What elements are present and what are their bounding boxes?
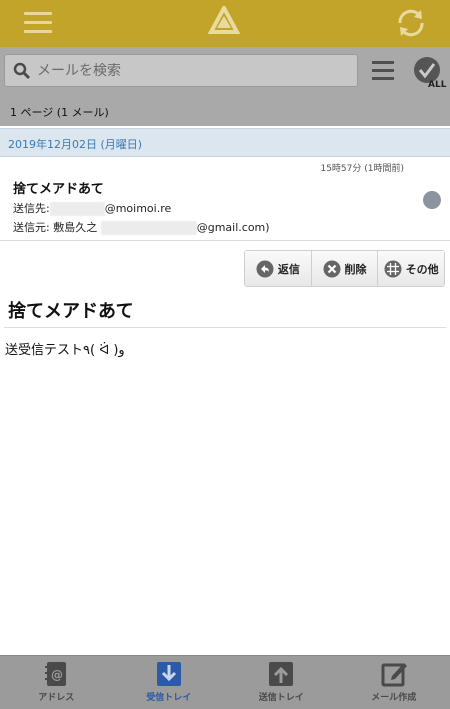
recycle-logo-icon: [207, 6, 241, 34]
select-all-label: ALL: [428, 80, 447, 89]
bottom-tab-bar: @ アドレス 受信トレイ 送信トレイ メール作成: [0, 655, 450, 709]
tab-compose-label: メール作成: [371, 693, 417, 703]
svg-text:@: @: [51, 668, 63, 682]
redacted-from-address: [100, 221, 197, 235]
tab-address-label: アドレス: [38, 693, 75, 703]
from-line: 送信元: 敷島久之 @gmail.com): [13, 219, 270, 235]
select-all-check-icon[interactable]: ALL: [412, 55, 448, 89]
page-count-row: 1 ページ (1 メール): [0, 95, 450, 126]
other-label: その他: [405, 262, 439, 276]
search-input[interactable]: [37, 62, 337, 79]
refresh-icon[interactable]: [394, 6, 428, 40]
redacted-to-name: [49, 202, 105, 216]
reply-icon: [256, 260, 274, 277]
to-domain: @moimoi.re: [104, 202, 172, 215]
tab-address[interactable]: @ アドレス: [0, 656, 113, 709]
email-header[interactable]: 15時57分 (1時間前) 捨てメアドあて 送信先: @moimoi.re 送信元…: [0, 157, 450, 241]
reply-button[interactable]: 返信: [245, 251, 312, 286]
email-body: 送受信テスト٩( ᐛ )و: [5, 343, 125, 358]
address-book-icon: @: [45, 662, 67, 686]
list-menu-icon[interactable]: [372, 61, 396, 81]
from-label: 送信元:: [13, 221, 50, 234]
tab-compose[interactable]: メール作成: [338, 656, 450, 709]
tab-outbox[interactable]: 送信トレイ: [225, 656, 338, 709]
email-subject: 捨てメアドあて: [8, 301, 134, 322]
reply-label: 返信: [277, 262, 300, 276]
inbox-download-icon: [156, 662, 181, 686]
to-label: 送信先:: [13, 202, 50, 215]
search-field[interactable]: [4, 54, 358, 87]
from-name: 敷島久之: [53, 221, 98, 234]
date-row: 2019年12月02日 (月曜日): [0, 128, 450, 157]
email-actions: 返信 削除 その他: [244, 250, 445, 287]
divider: [4, 327, 446, 328]
email-time: 15時57分 (1時間前): [320, 164, 404, 174]
search-bar: ALL: [0, 47, 450, 95]
email-date: 2019年12月02日 (月曜日): [8, 138, 143, 151]
read-status-dot[interactable]: [423, 191, 441, 209]
page-count: 1 ページ (1 メール): [10, 106, 109, 119]
grid-icon: [384, 260, 402, 277]
delete-label: 削除: [344, 262, 367, 276]
other-button[interactable]: その他: [378, 251, 445, 286]
app-header: [0, 0, 450, 47]
from-domain: @gmail.com): [196, 221, 270, 234]
hamburger-menu-icon[interactable]: [24, 12, 54, 34]
compose-pencil-icon: [381, 663, 407, 687]
tab-inbox[interactable]: 受信トレイ: [113, 656, 226, 709]
to-line: 送信先: @moimoi.re: [13, 200, 171, 216]
tab-inbox-label: 受信トレイ: [146, 693, 192, 703]
delete-x-icon: [323, 260, 340, 277]
email-subject-summary: 捨てメアドあて: [13, 182, 104, 197]
search-icon: [13, 62, 31, 79]
delete-button[interactable]: 削除: [311, 251, 379, 286]
outbox-upload-icon: [269, 662, 294, 686]
tab-outbox-label: 送信トレイ: [258, 693, 304, 703]
